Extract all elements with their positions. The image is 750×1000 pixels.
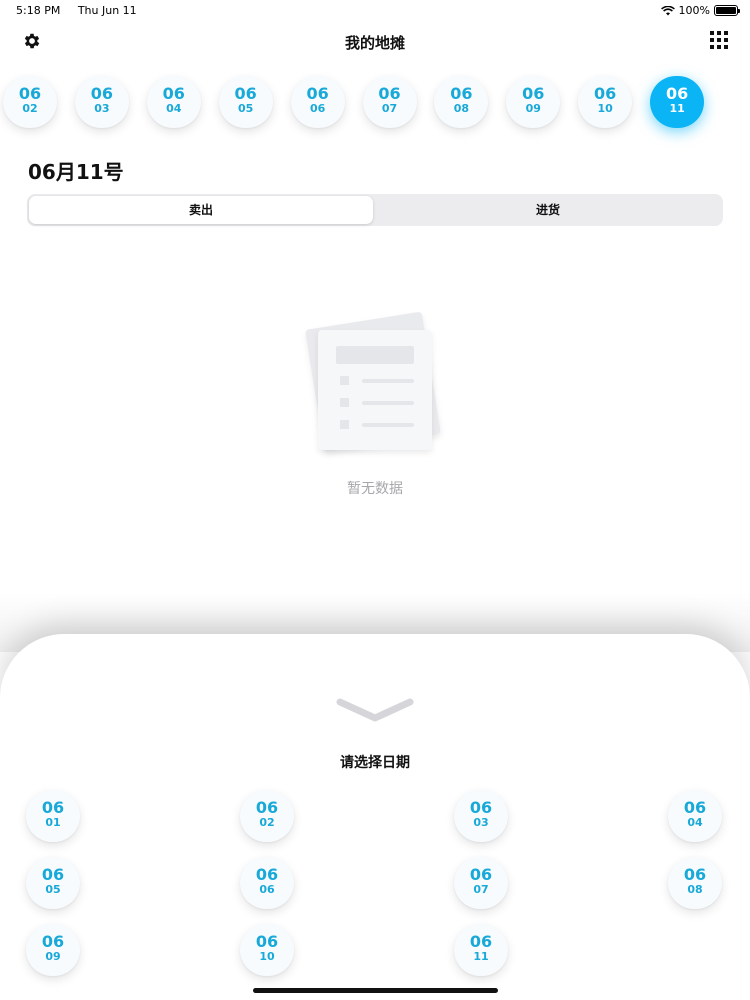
date-chip-06-09[interactable]: 06 09 — [506, 76, 561, 128]
battery-icon — [714, 5, 740, 16]
date-chip-06-08[interactable]: 06 08 — [668, 857, 722, 909]
date-chip-06-10[interactable]: 06 10 — [240, 924, 294, 976]
tab-purchase[interactable]: 进货 — [375, 196, 721, 224]
date-chip-06-11[interactable]: 06 11 — [650, 76, 705, 128]
chip-day: 03 — [473, 816, 489, 829]
chip-day: 08 — [453, 102, 470, 115]
chip-day: 01 — [45, 816, 61, 829]
chip-day: 02 — [22, 102, 38, 115]
date-chip-06-04[interactable]: 06 04 — [146, 76, 201, 128]
date-chip-06-05[interactable]: 06 05 — [218, 76, 273, 128]
chip-day: 10 — [597, 102, 613, 115]
status-bar: 5:18 PM Thu Jun 11 100% — [0, 0, 750, 20]
date-chip-06-09[interactable]: 06 09 — [26, 924, 80, 976]
chip-day: 09 — [45, 950, 61, 963]
date-chip-06-02[interactable]: 06 02 — [240, 790, 294, 842]
chip-month: 06 — [255, 865, 279, 884]
status-right: 100% — [660, 4, 740, 17]
chip-day: 08 — [687, 883, 703, 896]
date-picker-sheet: 请选择日期 06 01 06 02 06 03 06 04 06 05 06 06 06 07 06 08 06… — [0, 634, 750, 1000]
chip-day: 05 — [45, 883, 61, 896]
status-date: Thu Jun 11 — [77, 4, 137, 17]
date-chip-06-04[interactable]: 06 04 — [668, 790, 722, 842]
chip-month: 06 — [306, 84, 329, 103]
date-chip-06-08[interactable]: 06 08 — [434, 76, 489, 128]
chip-month: 06 — [683, 865, 707, 884]
chip-month: 06 — [522, 84, 545, 103]
date-chip-06-03[interactable]: 06 03 — [74, 76, 129, 128]
chip-month: 06 — [255, 798, 279, 817]
chip-month: 06 — [41, 798, 65, 817]
date-chip-06-11[interactable]: 06 11 — [454, 924, 508, 976]
chip-month: 06 — [594, 84, 617, 103]
chip-month: 06 — [255, 932, 279, 951]
chip-day: 07 — [381, 102, 398, 115]
page-title: 我的地摊 — [344, 34, 405, 52]
chip-month: 06 — [162, 84, 185, 103]
chip-month: 06 — [469, 865, 493, 884]
chip-day: 03 — [94, 102, 110, 115]
chip-day: 04 — [166, 102, 182, 115]
chevron-down-icon[interactable] — [335, 694, 415, 724]
chip-month: 06 — [41, 932, 65, 951]
empty-state-text: 暂无数据 — [347, 481, 403, 497]
status-time: 5:18 PM — [16, 4, 61, 17]
chip-month: 06 — [378, 84, 401, 103]
chip-day: 02 — [259, 816, 275, 829]
segmented-control: 卖出 进货 — [27, 194, 723, 226]
date-strip: 06 02 06 03 06 04 06 05 06 06 06 07 06 08 06 09 06 10 06 11 — [3, 76, 750, 136]
chip-month: 06 — [665, 84, 689, 103]
empty-document-icon — [305, 312, 441, 452]
chip-day: 10 — [259, 950, 275, 963]
date-chip-06-06[interactable]: 06 06 — [290, 76, 345, 128]
battery-percent: 100% — [678, 4, 710, 17]
tab-sell[interactable]: 卖出 — [29, 196, 373, 224]
chip-month: 06 — [469, 798, 493, 817]
chip-month: 06 — [41, 865, 65, 884]
home-indicator[interactable] — [253, 988, 498, 993]
date-chip-06-02[interactable]: 06 02 — [3, 76, 57, 128]
date-chip-06-03[interactable]: 06 03 — [454, 790, 508, 842]
chip-month: 06 — [450, 84, 473, 103]
chip-day: 04 — [687, 816, 703, 829]
date-chip-06-07[interactable]: 06 07 — [454, 857, 508, 909]
status-left: 5:18 PM Thu Jun 11 — [16, 4, 151, 17]
chip-month: 06 — [234, 84, 257, 103]
sheet-title: 请选择日期 — [340, 755, 410, 771]
chip-month: 06 — [18, 84, 42, 103]
nav-bar: 我的地摊 — [0, 24, 750, 60]
chip-day: 11 — [669, 102, 685, 115]
chip-day: 05 — [238, 102, 254, 115]
chip-month: 06 — [90, 84, 114, 103]
date-chip-06-05[interactable]: 06 05 — [26, 857, 80, 909]
chip-day: 11 — [473, 950, 489, 963]
date-chip-06-06[interactable]: 06 06 — [240, 857, 294, 909]
wifi-icon — [660, 5, 675, 15]
chip-month: 06 — [469, 932, 493, 951]
chip-day: 06 — [259, 883, 275, 896]
chip-month: 06 — [683, 798, 707, 817]
chip-day: 09 — [525, 102, 541, 115]
selected-date-heading: 06月11号 — [28, 160, 124, 184]
grid-icon[interactable] — [710, 31, 728, 49]
chip-day: 06 — [309, 102, 326, 115]
date-chip-06-01[interactable]: 06 01 — [26, 790, 80, 842]
chip-day: 07 — [473, 883, 489, 896]
date-chip-06-07[interactable]: 06 07 — [362, 76, 417, 128]
date-chip-06-10[interactable]: 06 10 — [578, 76, 633, 128]
